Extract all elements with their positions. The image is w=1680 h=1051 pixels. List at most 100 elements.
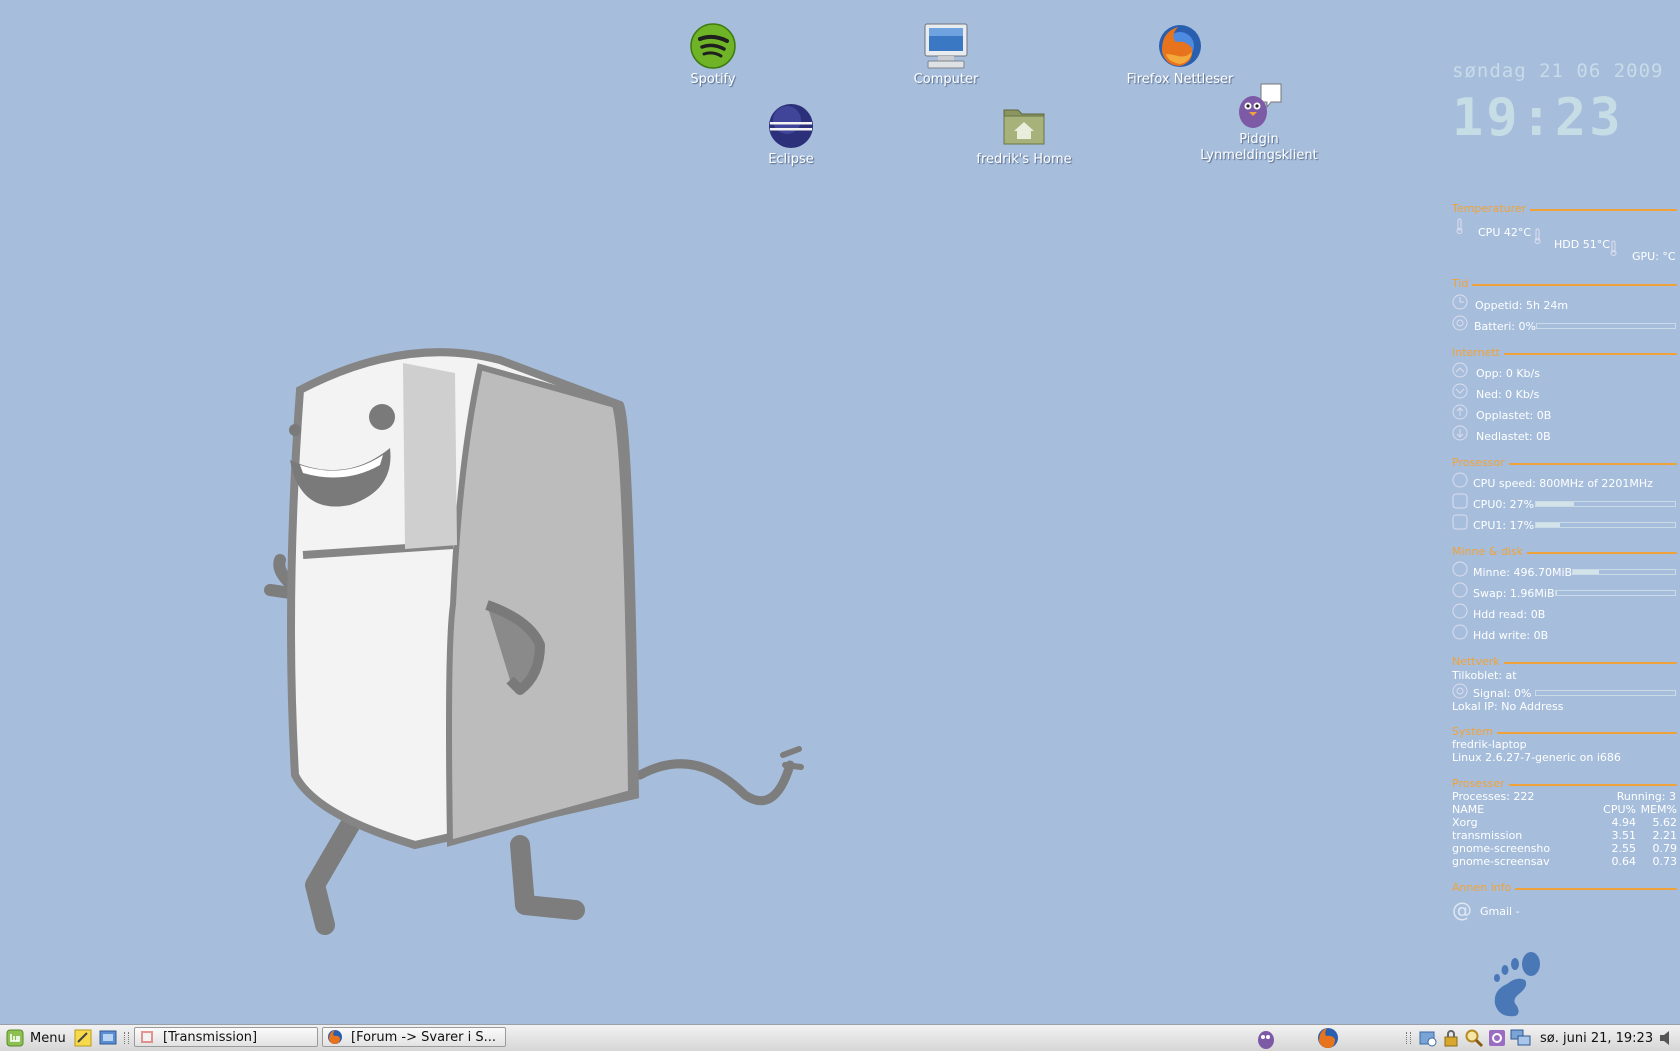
section-memory-disk: Minne & disk [1452,545,1677,558]
swap-usage: Swap: 1.96MiB [1473,587,1555,600]
task-firefox-forum[interactable]: [Forum -> Svarer i S... [322,1027,506,1047]
desktop[interactable]: Spotify Computer Firefox Nettleser Eclip… [0,0,1680,1024]
task-transmission[interactable]: [Transmission] [134,1027,318,1047]
running-count: Running: 3 [1616,790,1676,803]
show-desktop-icon [99,1030,117,1045]
cpu0-usage: CPU0: 27% [1473,498,1535,511]
signal-bar [1535,690,1676,696]
thermometer-icon [1456,218,1463,234]
process-count: Processes: 222 [1452,790,1535,803]
uploaded-icon [1452,404,1468,420]
memory-bar [1572,569,1676,575]
tray-volume[interactable] [1658,1027,1674,1049]
menu-button[interactable]: Menu [6,1027,66,1049]
upload-icon [1452,362,1468,378]
desktop-icon-spotify[interactable]: Spotify [638,22,788,88]
conky-system-monitor: søndag 21 06 2009 19:23 Temperaturer CPU… [1450,0,1680,1024]
section-processor: Prosessor [1452,456,1677,469]
clock-icon [1452,294,1468,310]
desktop-icon-label: fredrik's Home [976,152,1072,167]
process-row: gnome-screensav 0.64 0.73 [1452,855,1677,868]
cpu-temp: CPU 42°C [1478,226,1532,239]
local-ip: Lokal IP: No Address [1452,700,1564,713]
hdd-temp: HDD 51°C [1554,238,1610,251]
mint-menu-icon [6,1029,24,1047]
tray-firefox[interactable] [1317,1027,1339,1049]
uploaded-total: Opplastet: 0B [1476,409,1552,422]
home-folder-icon [1000,102,1048,150]
signal-strength: Signal: 0% [1473,687,1532,700]
cpu0-bar [1535,501,1676,507]
notes-icon [74,1029,92,1047]
cpu1-icon [1452,514,1468,530]
pidgin-icon [1235,82,1283,130]
tray-settings[interactable] [1487,1027,1507,1049]
process-table-header: NAME CPU% MEM% [1452,803,1677,816]
label-line-1: Pidgin [1239,132,1279,147]
gear-icon [1489,1030,1505,1046]
desktop-icon-eclipse[interactable]: Eclipse [716,102,866,168]
desktop-icon-firefox[interactable]: Firefox Nettleser [1105,22,1255,88]
taskbar-separator [1406,1032,1411,1044]
tray-network[interactable] [1510,1027,1532,1049]
cpu1-bar [1535,522,1676,528]
downloaded-icon [1452,425,1468,441]
cpu-speed-icon [1452,472,1468,488]
swap-bar [1555,590,1676,596]
desktop-icon-label: Spotify [690,72,736,87]
cpu0-icon [1452,493,1468,509]
desktop-icon-label: Eclipse [768,152,814,167]
tray-update-manager[interactable] [1418,1027,1438,1049]
download-speed: Ned: 0 Kb/s [1476,388,1540,401]
gnome-foot-icon [1494,952,1540,1017]
taskbar-separator [124,1032,129,1044]
firefox-icon [1318,1028,1338,1048]
computer-icon [922,22,970,70]
kernel-info: Linux 2.6.27-7-generic on i686 [1452,751,1621,764]
volume-icon [1660,1031,1669,1045]
section-network: Nettverk [1452,655,1677,668]
search-icon [1465,1029,1484,1048]
process-row: gnome-screensho 2.55 0.79 [1452,842,1677,855]
taskbar-clock[interactable]: sø. juni 21, 19:23 [1540,1027,1653,1049]
network-connected: Tilkoblet: at [1452,669,1517,682]
task-label: [Forum -> Svarer i S... [351,1029,496,1045]
hdd-write: Hdd write: 0B [1473,629,1549,642]
desktop-icon-computer[interactable]: Computer [871,22,1021,88]
cpu-speed: CPU speed: 800MHz of 2201MHz [1473,477,1653,490]
upload-speed: Opp: 0 Kb/s [1476,367,1540,380]
gpu-temp: GPU: °C [1632,250,1676,263]
desktop-icon-pidgin[interactable]: Pidgin Lynmeldingsklient [1184,82,1334,164]
clock-text: sø. juni 21, 19:23 [1540,1030,1654,1046]
memory-usage: Minne: 496.70MiB [1473,566,1573,579]
memory-icon [1452,561,1468,577]
section-temperature: Temperaturer [1452,202,1677,215]
process-row: Xorg 4.94 5.62 [1452,816,1677,829]
notes-launcher[interactable] [73,1027,93,1049]
label-line-2: Lynmeldingsklient [1200,148,1318,163]
firefox-icon [328,1030,342,1044]
thermometer-icon [1610,240,1617,256]
tray-search[interactable] [1464,1027,1484,1049]
battery-icon [1452,315,1468,331]
process-row: transmission 3.51 2.21 [1452,829,1677,842]
section-internet: Internett [1452,346,1677,359]
pidgin-icon [1258,1031,1274,1049]
section-time: Tid [1452,277,1677,290]
show-desktop-launcher[interactable] [98,1027,118,1049]
tray-lock[interactable] [1441,1027,1461,1049]
conky-date: søndag 21 06 2009 [1452,60,1664,82]
tray-pidgin[interactable] [1255,1027,1277,1049]
desktop-icon-home[interactable]: fredrik's Home [949,102,1099,168]
download-icon [1452,383,1468,399]
section-other-info: Annen info [1452,881,1677,894]
network-icon [1510,1029,1531,1046]
hdd-read-icon [1452,603,1468,619]
battery: Batteri: 0% [1474,320,1536,333]
desktop-icon-label: Pidgin Lynmeldingsklient [1184,132,1334,164]
hdd-write-icon [1452,624,1468,640]
lock-icon [1444,1030,1458,1047]
conky-time: 19:23 [1452,88,1624,148]
uptime: Oppetid: 5h 24m [1475,299,1569,312]
menu-label: Menu [30,1030,66,1046]
